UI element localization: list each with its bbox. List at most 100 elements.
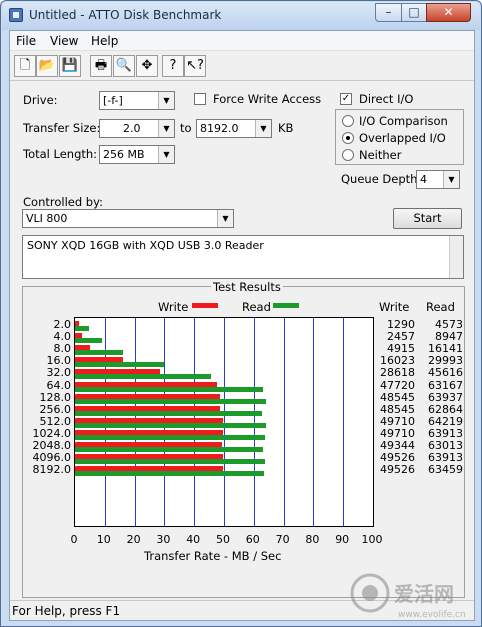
drive-value: [-f-]	[103, 94, 123, 107]
transfer-size-label: Transfer Size:	[23, 121, 101, 135]
context-help-icon[interactable]: ↖?	[184, 55, 206, 77]
y-tick-label: 8192.0	[32, 463, 72, 477]
grid-line	[313, 318, 315, 526]
watermark-url: www.evolife.cn	[398, 610, 466, 620]
read-value: 45616	[428, 366, 463, 380]
read-bar	[75, 362, 165, 368]
grid-line	[283, 318, 285, 526]
legend-write-swatch	[192, 303, 218, 308]
read-bar	[75, 410, 263, 416]
x-tick-label: 80	[305, 533, 320, 546]
read-bar	[75, 338, 102, 344]
chevron-down-icon[interactable]: ▼	[158, 146, 174, 163]
direct-io-checkbox[interactable]: ✓	[340, 93, 352, 105]
app-icon	[9, 8, 23, 22]
menu-help[interactable]: Help	[91, 34, 118, 48]
start-button[interactable]: Start	[393, 208, 462, 229]
drive-select[interactable]: [-f-] ▼	[99, 91, 175, 110]
transfer-from-value: 2.0	[123, 122, 141, 135]
total-length-select[interactable]: 256 MB ▼	[99, 145, 175, 164]
close-button[interactable]: ✕	[426, 3, 471, 22]
chevron-down-icon[interactable]: ▼	[158, 92, 174, 109]
write-value: 48545	[380, 402, 415, 416]
read-bar	[75, 471, 265, 477]
queue-depth-label: Queue Depth:	[341, 172, 422, 186]
description-scrollbar[interactable]	[449, 236, 463, 278]
read-bar	[75, 459, 266, 465]
write-column-header: Write	[379, 300, 410, 314]
menu-file[interactable]: File	[16, 34, 36, 48]
read-value: 62864	[428, 402, 463, 416]
menu-view[interactable]: View	[50, 34, 78, 48]
read-value: 63459	[428, 463, 463, 477]
chevron-down-icon[interactable]: ▼	[443, 171, 459, 188]
x-axis-title: Transfer Rate - MB / Sec	[144, 549, 282, 563]
transfer-from-select[interactable]: 2.0 ▼	[99, 119, 175, 138]
read-bar	[75, 386, 264, 392]
write-value: 49710	[380, 414, 415, 428]
minimize-button[interactable]: –	[375, 3, 402, 22]
watermark-text: 爱活网	[394, 582, 454, 606]
maximize-button[interactable]: □	[401, 3, 427, 22]
print-icon[interactable]: 🖶	[90, 55, 112, 77]
print-preview-icon[interactable]: 🔍	[113, 55, 135, 77]
read-bar	[75, 326, 89, 331]
write-value: 49526	[380, 463, 415, 477]
total-length-label: Total Length:	[23, 147, 98, 161]
unit-label: KB	[278, 121, 294, 135]
legend-write-label: Write	[158, 300, 189, 314]
write-value: 48545	[380, 390, 415, 404]
x-tick-label: 40	[186, 533, 201, 546]
io-comparison-label: I/O Comparison	[359, 114, 448, 128]
read-bar	[75, 422, 267, 428]
read-bar	[75, 350, 124, 356]
read-bar	[75, 434, 266, 440]
description-textarea[interactable]: SONY XQD 16GB with XQD USB 3.0 Reader	[22, 235, 464, 279]
to-label: to	[180, 121, 192, 135]
read-value: 63167	[428, 378, 463, 392]
description-text: SONY XQD 16GB with XQD USB 3.0 Reader	[27, 239, 264, 252]
force-write-checkbox[interactable]	[194, 93, 206, 105]
chevron-down-icon[interactable]: ▼	[158, 120, 174, 137]
x-tick-label: 70	[275, 533, 290, 546]
chevron-down-icon[interactable]: ▼	[255, 120, 271, 137]
title-bar[interactable]: Untitled - ATTO Disk Benchmark – □ ✕	[2, 2, 480, 30]
chart-plot-area	[74, 317, 374, 527]
neither-radio[interactable]	[342, 149, 354, 161]
total-length-value: 256 MB	[103, 148, 145, 161]
save-icon[interactable]: 💾	[59, 55, 81, 77]
open-icon[interactable]: 📂	[36, 55, 58, 77]
y-tick-label: 512.0	[39, 414, 72, 428]
read-value: 64219	[428, 414, 463, 428]
controller-value: VLI 800	[26, 212, 68, 225]
direct-io-label: Direct I/O	[359, 92, 414, 106]
app-window: Untitled - ATTO Disk Benchmark – □ ✕ Fil…	[0, 0, 482, 627]
menu-bar: File View Help	[10, 31, 474, 51]
write-value: 28618	[380, 366, 415, 380]
transfer-to-value: 8192.0	[200, 122, 239, 135]
client-area: File View Help 🗋 📂 💾 🖶 🔍 ✥? ↖? Drive: [-f-] ▼ …	[9, 30, 475, 621]
new-icon[interactable]: 🗋	[14, 55, 36, 77]
transfer-to-select[interactable]: 8192.0 ▼	[196, 119, 272, 138]
move-icon[interactable]: ✥	[136, 55, 158, 77]
x-tick-label: 90	[335, 533, 350, 546]
legend-read-label: Read	[242, 300, 271, 314]
watermark-logo: 爱活网 www.evolife.cn	[346, 571, 476, 623]
overlapped-io-radio[interactable]	[342, 132, 354, 144]
overlapped-io-label: Overlapped I/O	[359, 131, 446, 145]
chevron-down-icon[interactable]: ▼	[217, 210, 233, 227]
io-comparison-radio[interactable]	[342, 115, 354, 127]
x-tick-label: 50	[216, 533, 230, 546]
queue-depth-select[interactable]: 4 ▼	[416, 170, 460, 189]
x-tick-label: 20	[126, 533, 141, 546]
help-icon[interactable]: ?	[162, 55, 184, 77]
controller-select[interactable]: VLI 800 ▼	[22, 209, 234, 228]
force-write-label: Force Write Access	[213, 92, 322, 106]
neither-label: Neither	[359, 148, 402, 162]
legend-read-swatch	[273, 303, 299, 308]
test-results-group: Test Results Write Read Write Read Trans…	[22, 280, 465, 598]
y-tick-label: 32.0	[46, 366, 72, 380]
x-tick-label: 30	[156, 533, 171, 546]
toolbar: 🗋 📂 💾 🖶 🔍 ✥? ↖?	[10, 51, 474, 81]
read-bar	[75, 447, 263, 452]
